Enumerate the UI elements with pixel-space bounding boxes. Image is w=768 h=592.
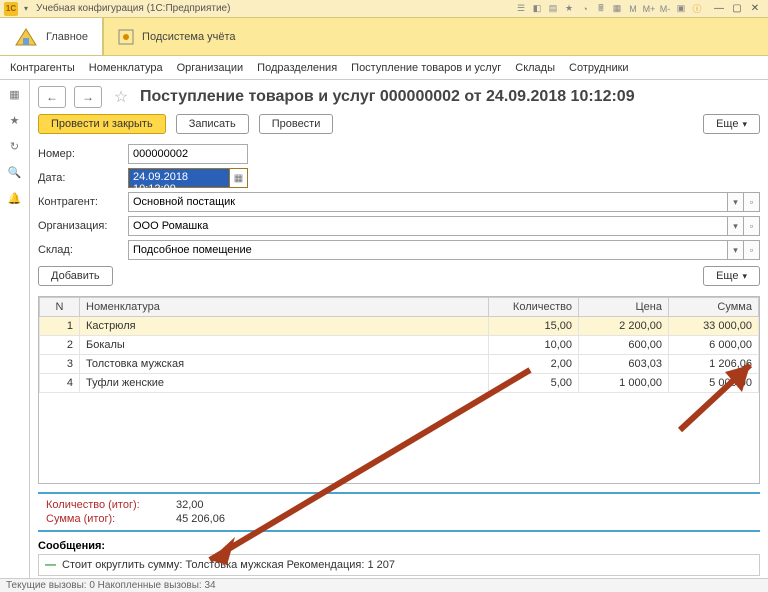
table-row[interactable]: 1Кастрюля 15,002 200,0033 000,00 (40, 317, 759, 336)
contractor-field[interactable]: Основной постащик (128, 192, 728, 212)
search-icon[interactable]: 🔍 (7, 164, 23, 180)
left-toolbar: ▦ ★ ↻ 🔍 🔔 (0, 80, 30, 578)
tab-main-icon (14, 25, 38, 49)
tb-icon-10[interactable]: M- (658, 2, 672, 16)
nav-departments[interactable]: Подразделения (257, 62, 337, 74)
nav-goods-receipt[interactable]: Поступление товаров и услуг (351, 62, 501, 74)
nav-organizations[interactable]: Организации (177, 62, 244, 74)
tab-main-label: Главное (46, 31, 88, 43)
statusbar: Текущие вызовы: 0 Накопленные вызовы: 34 (0, 578, 768, 592)
minimize-button[interactable]: — (710, 2, 728, 16)
number-label: Номер: (38, 148, 128, 160)
table-row[interactable]: 3Толстовка мужская 2,00603,031 206,06 (40, 355, 759, 374)
more-button-top[interactable]: Еще▾ (703, 114, 760, 134)
save-button[interactable]: Записать (176, 114, 249, 134)
calendar-icon[interactable]: ▦ (229, 169, 247, 187)
post-and-close-button[interactable]: Провести и закрыть (38, 114, 166, 134)
tab-subsystem-icon (118, 29, 134, 45)
organization-field[interactable]: ООО Ромашка (128, 216, 728, 236)
document-form: ← → ☆ Поступление товаров и услуг 000000… (30, 80, 768, 578)
organization-label: Организация: (38, 220, 128, 232)
tb-icon-7[interactable]: ▦ (610, 2, 624, 16)
bell-icon[interactable]: 🔔 (7, 190, 23, 206)
col-price[interactable]: Цена (579, 298, 669, 317)
info-icon[interactable]: ⓘ (690, 2, 704, 16)
window-titlebar: 1C ▾ Учебная конфигурация (1С:Предприяти… (0, 0, 768, 18)
qty-total-label: Количество (итог): (46, 499, 176, 511)
totals-block: Количество (итог):32,00 Сумма (итог):45 … (38, 492, 760, 532)
date-label: Дата: (38, 172, 128, 184)
tb-icon-11[interactable]: ▣ (674, 2, 688, 16)
messages-header: Сообщения: (38, 538, 760, 554)
nav-nomenclature[interactable]: Номенклатура (89, 62, 163, 74)
tb-icon-9[interactable]: M+ (642, 2, 656, 16)
date-value: 24.09.2018 10:12:09 (129, 169, 229, 187)
close-button[interactable]: ✕ (746, 2, 764, 16)
warehouse-open-icon[interactable]: ▫ (744, 240, 760, 260)
col-sum[interactable]: Сумма (669, 298, 759, 317)
message-text: Стоит округлить сумму: Толстовка мужская… (62, 559, 395, 571)
nav-links: Контрагенты Номенклатура Организации Под… (0, 56, 768, 80)
tb-icon-2[interactable]: ◧ (530, 2, 544, 16)
number-field[interactable] (128, 144, 248, 164)
warehouse-field[interactable]: Подсобное помещение (128, 240, 728, 260)
contractor-dropdown-icon[interactable]: ▾ (728, 192, 744, 212)
contractor-label: Контрагент: (38, 196, 128, 208)
section-tabs: Главное Подсистема учёта (0, 18, 768, 56)
tb-icon-3[interactable]: ▤ (546, 2, 560, 16)
nav-contractors[interactable]: Контрагенты (10, 62, 75, 74)
tab-main[interactable]: Главное (0, 18, 103, 55)
col-qty[interactable]: Количество (489, 298, 579, 317)
table-row[interactable]: 2Бокалы 10,00600,006 000,00 (40, 336, 759, 355)
organization-dropdown-icon[interactable]: ▾ (728, 216, 744, 236)
maximize-button[interactable]: ▢ (728, 2, 746, 16)
nav-forward-button[interactable]: → (74, 86, 102, 108)
warehouse-dropdown-icon[interactable]: ▾ (728, 240, 744, 260)
app-icon: 1C (4, 2, 18, 16)
warehouse-label: Склад: (38, 244, 128, 256)
grid-icon[interactable]: ▦ (7, 86, 23, 102)
messages-block: Сообщения: — Стоит округлить сумму: Толс… (38, 538, 760, 576)
add-row-button[interactable]: Добавить (38, 266, 113, 286)
table-row[interactable]: 4Туфли женские 5,001 000,005 000,00 (40, 374, 759, 393)
col-n[interactable]: N (40, 298, 80, 317)
titlebar-dropdown-icon[interactable]: ▾ (20, 3, 32, 15)
qty-total-value: 32,00 (176, 499, 204, 511)
items-table: N Номенклатура Количество Цена Сумма 1Ка… (38, 296, 760, 484)
page-title: Поступление товаров и услуг 000000002 от… (140, 88, 635, 106)
star-icon[interactable]: ★ (7, 112, 23, 128)
contractor-open-icon[interactable]: ▫ (744, 192, 760, 212)
post-button[interactable]: Провести (259, 114, 334, 134)
tb-icon-5[interactable]: ◔ (578, 2, 592, 16)
history-icon[interactable]: ↻ (7, 138, 23, 154)
window-title: Учебная конфигурация (1С:Предприятие) (36, 3, 514, 14)
col-nomenclature[interactable]: Номенклатура (80, 298, 489, 317)
tab-subsystem-label: Подсистема учёта (142, 31, 236, 43)
tb-icon-4[interactable]: ★ (562, 2, 576, 16)
more-button-table[interactable]: Еще▾ (703, 266, 760, 286)
sum-total-label: Сумма (итог): (46, 513, 176, 525)
nav-warehouses[interactable]: Склады (515, 62, 555, 74)
tb-icon-1[interactable]: ☰ (514, 2, 528, 16)
nav-employees[interactable]: Сотрудники (569, 62, 629, 74)
favorite-toggle[interactable]: ☆ (110, 86, 132, 108)
message-bullet-icon: — (45, 559, 56, 571)
nav-back-button[interactable]: ← (38, 86, 66, 108)
tab-subsystem[interactable]: Подсистема учёта (103, 18, 250, 55)
statusbar-text: Текущие вызовы: 0 Накопленные вызовы: 34 (6, 580, 216, 591)
sum-total-value: 45 206,06 (176, 513, 225, 525)
message-line[interactable]: — Стоит округлить сумму: Толстовка мужск… (38, 554, 760, 576)
organization-open-icon[interactable]: ▫ (744, 216, 760, 236)
tb-icon-8[interactable]: M (626, 2, 640, 16)
tb-icon-6[interactable]: 🖩 (594, 2, 608, 16)
date-field[interactable]: 24.09.2018 10:12:09 ▦ (128, 168, 248, 188)
titlebar-toolbar: ☰ ◧ ▤ ★ ◔ 🖩 ▦ M M+ M- ▣ ⓘ (514, 2, 704, 16)
